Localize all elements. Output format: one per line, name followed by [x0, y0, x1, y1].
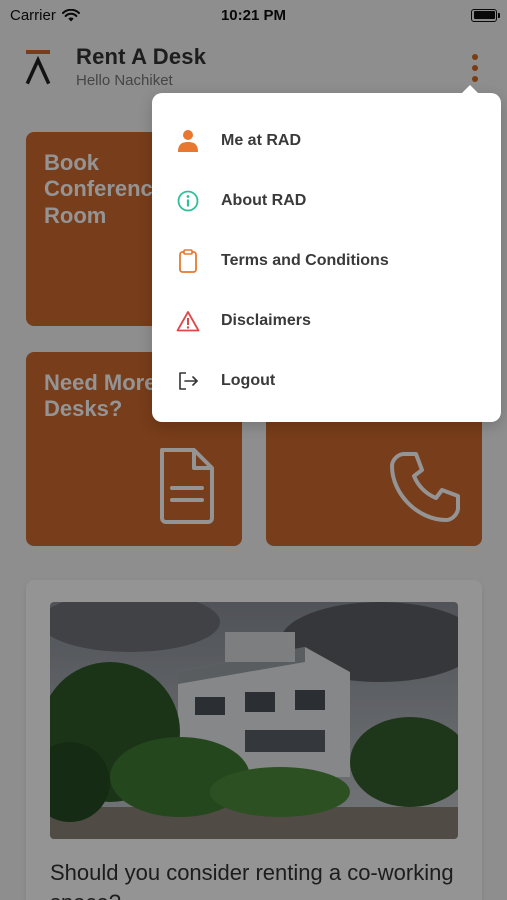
warning-icon: [176, 309, 200, 333]
menu-item-label: Disclaimers: [221, 312, 311, 329]
menu-item-about-rad[interactable]: About RAD: [152, 171, 501, 231]
menu-item-label: Logout: [221, 372, 276, 389]
menu-item-logout[interactable]: Logout: [152, 351, 501, 411]
options-menu: Me at RAD About RAD Terms and Conditions: [152, 85, 501, 422]
menu-item-terms[interactable]: Terms and Conditions: [152, 231, 501, 291]
person-icon: [176, 129, 200, 153]
menu-item-label: Terms and Conditions: [221, 252, 389, 269]
menu-item-me-at-rad[interactable]: Me at RAD: [152, 111, 501, 171]
menu-item-label: Me at RAD: [221, 132, 302, 149]
logout-icon: [176, 369, 200, 393]
menu-item-disclaimers[interactable]: Disclaimers: [152, 291, 501, 351]
clipboard-icon: [176, 249, 200, 273]
menu-item-label: About RAD: [221, 192, 307, 209]
info-icon: [176, 189, 200, 213]
